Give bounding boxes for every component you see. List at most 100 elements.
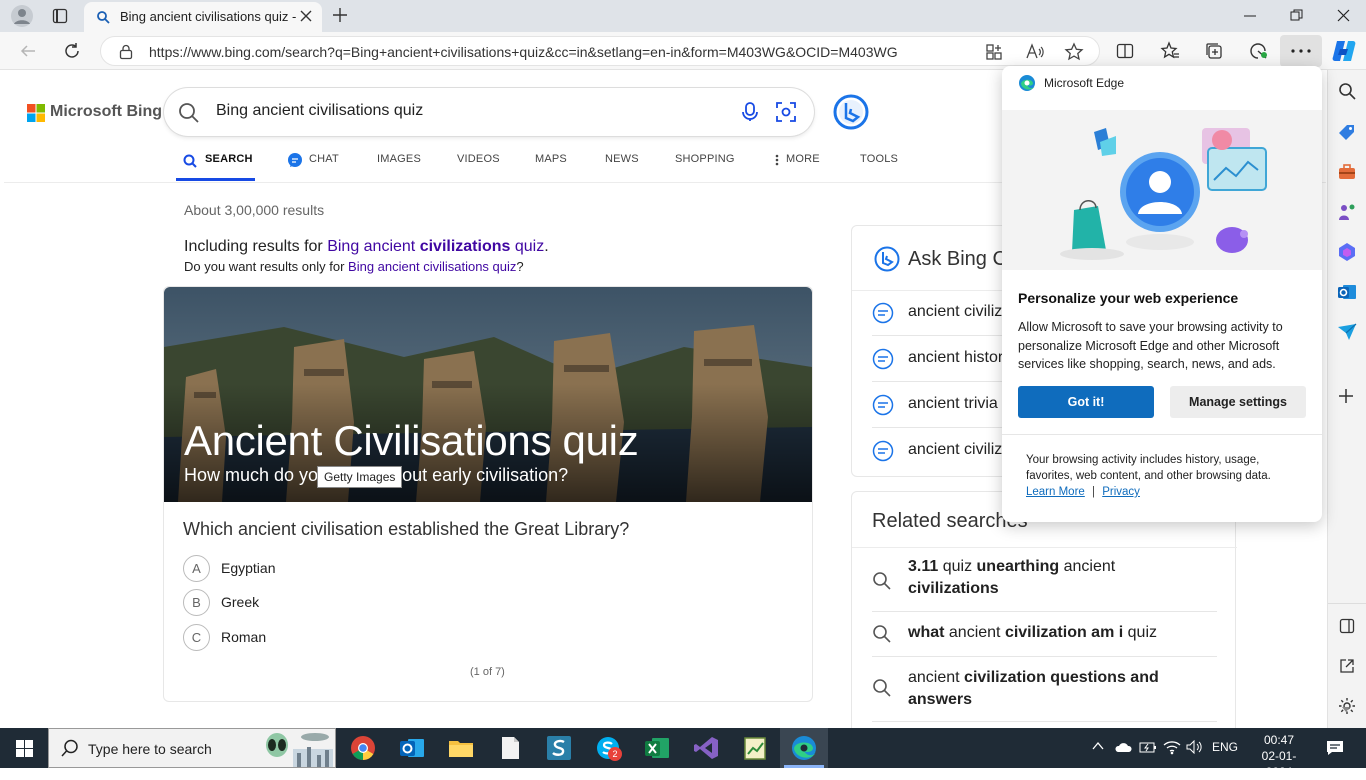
notifications-icon[interactable] [1325, 739, 1345, 757]
quiz-option-c[interactable]: C Roman [183, 624, 266, 651]
close-tab-icon[interactable] [300, 10, 312, 22]
bing-logo-text[interactable]: Microsoft Bing [50, 103, 162, 121]
manage-settings-button[interactable]: Manage settings [1170, 386, 1306, 418]
read-aloud-icon[interactable] [1025, 43, 1045, 61]
ask-suggestion-text[interactable]: ancient trivia [908, 395, 998, 413]
sidebar-drop-icon[interactable] [1337, 322, 1357, 342]
including-link-part[interactable]: Bing ancient [327, 238, 420, 255]
related-item-text[interactable]: what ancient civilization am i quiz [908, 622, 1208, 644]
tab-images[interactable]: IMAGES [377, 153, 421, 165]
show-hidden-icons[interactable] [1092, 741, 1104, 751]
only-results-link[interactable]: Bing ancient civilisations quiz [348, 259, 516, 274]
sidebar-add-icon[interactable] [1338, 388, 1354, 404]
battery-icon[interactable] [1139, 740, 1157, 754]
bing-chat-logo-icon[interactable] [833, 94, 869, 130]
copilot-icon[interactable] [1331, 38, 1357, 64]
sway-s-icon[interactable] [545, 734, 573, 762]
active-tab[interactable]: Bing ancient civilisations quiz - S [84, 2, 322, 32]
excel-icon[interactable] [643, 734, 671, 762]
windows-start-icon[interactable] [16, 740, 33, 757]
privacy-link[interactable]: Privacy [1102, 486, 1140, 498]
scroll-down-arrow-icon[interactable] [1341, 706, 1351, 714]
collections-icon[interactable] [1204, 41, 1224, 61]
close-window-icon[interactable] [1337, 9, 1350, 22]
volume-icon[interactable] [1186, 740, 1204, 754]
option-label[interactable]: Roman [221, 629, 266, 645]
related-text-part[interactable]: quiz [938, 558, 976, 575]
ask-suggestion-text[interactable]: ancient histor [908, 349, 1003, 367]
settings-more-button[interactable] [1280, 35, 1322, 67]
outlook-icon[interactable] [398, 734, 426, 762]
tab-maps[interactable]: MAPS [535, 153, 567, 165]
sidebar-m365-icon[interactable] [1337, 242, 1357, 262]
tab-actions-icon[interactable] [52, 8, 68, 24]
edge-taskbar-icon[interactable] [790, 734, 818, 762]
chrome-icon[interactable] [349, 734, 377, 762]
related-text-part[interactable]: civilization am i [1005, 624, 1123, 641]
tab-more[interactable]: MORE [786, 153, 820, 165]
option-label[interactable]: Egyptian [221, 560, 275, 576]
visual-search-icon[interactable] [776, 102, 796, 122]
onedrive-icon[interactable] [1114, 740, 1132, 754]
wifi-icon[interactable] [1163, 739, 1181, 755]
app-available-icon[interactable] [985, 43, 1003, 61]
search-input[interactable]: Bing ancient civilisations quiz [216, 102, 423, 120]
file-explorer-icon[interactable] [447, 734, 475, 762]
quiz-option-b[interactable]: B Greek [183, 589, 259, 616]
search-icon[interactable] [178, 102, 200, 124]
related-text-part[interactable]: 3.11 [908, 558, 938, 575]
sidebar-outlook-icon[interactable] [1337, 282, 1357, 302]
related-item-text[interactable]: 3.11 quiz unearthing ancient civilizatio… [908, 556, 1208, 600]
related-text-part[interactable]: quiz [1123, 624, 1157, 641]
refresh-icon[interactable] [63, 42, 81, 60]
profile-icon[interactable] [10, 5, 34, 27]
visual-studio-icon[interactable] [692, 734, 720, 762]
clock[interactable]: 00:47 02-01-2024 [1249, 732, 1309, 780]
microsoft-logo-icon[interactable] [27, 104, 45, 122]
including-link-bold[interactable]: civilizations [420, 238, 511, 255]
related-text-part[interactable]: ancient [944, 624, 1004, 641]
option-key[interactable]: A [183, 555, 210, 582]
new-tab-icon[interactable] [332, 7, 348, 23]
minimize-icon[interactable] [1244, 10, 1256, 22]
related-text-part[interactable]: what [908, 624, 944, 641]
notepad-icon[interactable] [496, 734, 524, 762]
related-text-part[interactable]: ancient [908, 669, 964, 686]
tab-chat[interactable]: CHAT [309, 153, 339, 165]
split-screen-icon[interactable] [1116, 42, 1134, 60]
including-link-part[interactable]: quiz [510, 238, 544, 255]
including-link[interactable]: Bing ancient civilizations quiz [327, 238, 544, 255]
taskbar-search-box[interactable]: Type here to search [48, 728, 336, 768]
tab-news[interactable]: NEWS [605, 153, 639, 165]
tab-tools[interactable]: TOOLS [860, 153, 898, 165]
tab-videos[interactable]: VIDEOS [457, 153, 500, 165]
sidebar-shopping-icon[interactable] [1337, 123, 1357, 143]
favorites-icon[interactable] [1160, 41, 1180, 61]
related-item-text[interactable]: ancient civilization questions and answe… [908, 667, 1208, 711]
related-text-part[interactable]: unearthing [977, 558, 1060, 575]
back-icon[interactable] [20, 43, 36, 59]
lock-icon[interactable] [119, 44, 133, 60]
option-key[interactable]: C [183, 624, 210, 651]
language-indicator[interactable]: ENG [1212, 740, 1238, 754]
related-item[interactable]: ancient civilization questions and answe… [872, 657, 1217, 722]
option-label[interactable]: Greek [221, 594, 259, 610]
search-box[interactable]: Bing ancient civilisations quiz [164, 88, 814, 136]
notes-chart-icon[interactable] [741, 734, 769, 762]
favorite-star-icon[interactable] [1064, 42, 1084, 62]
sidebar-external-link-icon[interactable] [1339, 658, 1355, 674]
ask-suggestion-text[interactable]: ancient civiliz [908, 441, 1002, 459]
sidebar-hide-icon[interactable] [1339, 618, 1355, 634]
sidebar-games-icon[interactable] [1337, 202, 1357, 222]
tab-shopping[interactable]: SHOPPING [675, 153, 735, 165]
address-bar[interactable]: https://www.bing.com/search?q=Bing+ancie… [100, 36, 1100, 66]
ask-suggestion-text[interactable]: ancient civiliz [908, 303, 1002, 321]
related-text-part[interactable]: ancient [1059, 558, 1116, 575]
quiz-option-a[interactable]: A Egyptian [183, 555, 275, 582]
browser-essentials-icon[interactable] [1248, 41, 1268, 61]
got-it-button[interactable]: Got it! [1018, 386, 1154, 418]
related-item[interactable]: what ancient civilization am i quiz [872, 612, 1217, 657]
tab-search[interactable]: SEARCH [205, 153, 253, 165]
related-item[interactable]: 3.11 quiz unearthing ancient civilizatio… [872, 556, 1217, 612]
option-key[interactable]: B [183, 589, 210, 616]
